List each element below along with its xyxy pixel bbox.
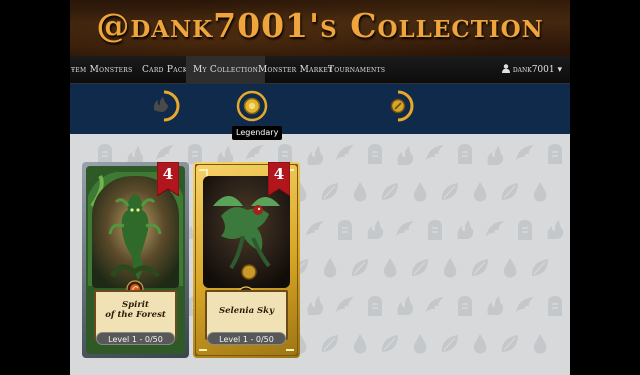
right-letterbox [570,0,640,375]
user-menu[interactable]: dank7001 ▾ [501,56,562,84]
fire-element-icon [153,97,168,112]
card-level: Level 1 - 0/50 [207,332,286,345]
left-letterbox [0,0,70,375]
chevron-down-icon: ▾ [554,65,562,75]
username-label: dank7001 [512,65,555,75]
mana-cost: 4 [162,165,174,183]
page-title: @dank7001's Collection [96,6,544,45]
collection-banner: @dank7001's Collection [70,0,570,56]
nav-item-tournaments[interactable]: Tournaments [322,56,391,84]
mana-cost: 4 [273,165,285,183]
user-icon [501,64,510,73]
monster-card[interactable]: 4 Spirit of the Forest Level 1 - 0/50 [82,162,189,358]
top-navbar: ŧem Monsters Card Packs My Collection Mo… [0,56,640,84]
fire-filter-button[interactable] [146,88,182,124]
nav-item-gem-monsters[interactable]: ŧem Monsters [65,56,139,84]
card-name: Selenia Sky [218,306,275,316]
filter-tooltip: Legendary [232,126,283,140]
filter-bar [70,84,570,134]
card-collection-area: 4 Spirit of the Forest Level 1 - 0/50 4 … [70,134,570,375]
monster-card[interactable]: 4 Selenia Sky Level 1 - 0/50 [193,162,300,358]
legendary-filter-button[interactable] [234,88,270,124]
gold-foil-filter-button[interactable] [380,88,416,124]
card-level: Level 1 - 0/50 [96,332,175,345]
card-name: Spirit of the Forest [105,300,166,320]
